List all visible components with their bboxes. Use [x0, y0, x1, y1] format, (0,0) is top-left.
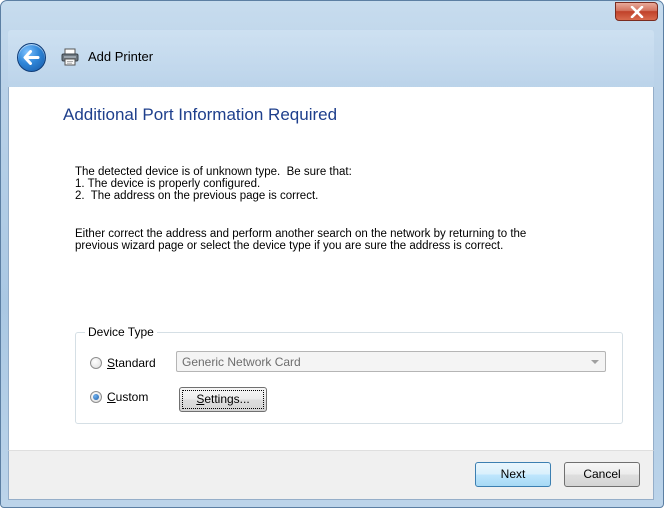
back-arrow-icon [23, 50, 40, 65]
info-line-1: The detected device is of unknown type. … [75, 166, 352, 178]
standard-label[interactable]: Standard [107, 356, 156, 370]
next-button[interactable]: Next [475, 462, 551, 487]
back-button[interactable] [17, 43, 46, 72]
info-line-3: 2. The address on the previous page is c… [75, 190, 319, 202]
device-type-combo[interactable]: Generic Network Card [176, 351, 606, 372]
custom-label-text: ustom [115, 390, 149, 404]
close-button[interactable] [615, 2, 658, 21]
cancel-button[interactable]: Cancel [564, 462, 640, 487]
standard-accel: S [107, 356, 116, 370]
close-icon [630, 5, 643, 18]
settings-label-text: ettings... [204, 392, 250, 406]
instruction-line-1: Either correct the address and perform a… [75, 228, 527, 240]
standard-radio[interactable] [90, 357, 102, 369]
instruction-line-2: previous wizard page or select the devic… [75, 240, 504, 252]
device-type-legend: Device Type [88, 325, 154, 339]
dialog-title: Add Printer [88, 49, 154, 64]
page-title: Additional Port Information Required [63, 105, 338, 124]
printer-icon [61, 48, 79, 66]
custom-radio[interactable] [90, 391, 102, 403]
combo-value: Generic Network Card [182, 355, 301, 369]
chevron-down-icon [591, 360, 599, 364]
radio-selected-dot [93, 394, 99, 400]
device-type-group: Device Type [75, 325, 623, 424]
info-line-2: 1. The device is properly configured. [75, 178, 261, 190]
custom-label[interactable]: Custom [107, 390, 148, 404]
standard-label-text: tandard [115, 356, 156, 370]
custom-accel: C [107, 390, 116, 404]
footer-bar [8, 450, 654, 500]
settings-button[interactable]: Settings... [179, 387, 267, 412]
